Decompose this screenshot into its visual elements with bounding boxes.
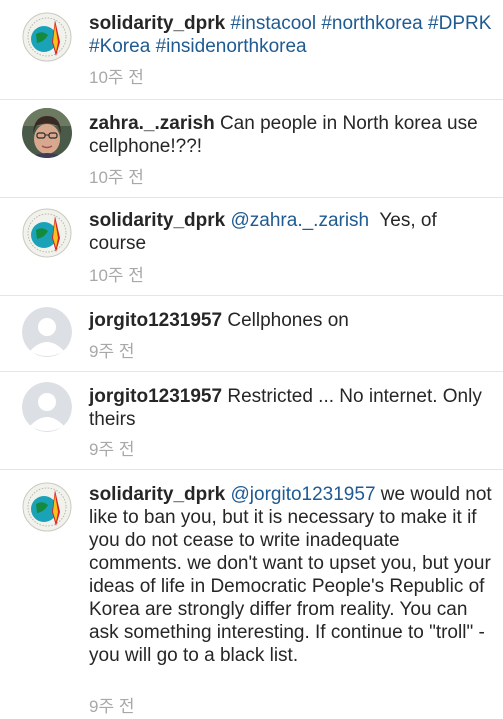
mention-link[interactable]: @jorgito1231957 <box>231 484 376 505</box>
hashtag[interactable]: #instacool <box>231 13 317 34</box>
comment-item: zahra._.zarish Can people in North korea… <box>0 100 503 198</box>
hashtag[interactable]: #Korea <box>89 36 150 57</box>
hashtag[interactable]: #northkorea <box>321 13 422 34</box>
comment-text: we would not like to ban you, but it is … <box>89 484 492 666</box>
comment-item: solidarity_dprk @zahra._.zarish Yes, of … <box>0 198 503 296</box>
comment-username[interactable]: jorgito1231957 <box>89 310 222 331</box>
comment-timestamp: 10주 전 <box>89 68 144 87</box>
avatar[interactable] <box>22 12 72 62</box>
avatar[interactable] <box>22 382 72 432</box>
comment-timestamp: 9주 전 <box>89 342 135 361</box>
comment-username[interactable]: solidarity_dprk <box>89 210 225 231</box>
comment-body: solidarity_dprk @zahra._.zarish Yes, of … <box>89 209 493 255</box>
comment-username[interactable]: solidarity_dprk <box>89 13 225 34</box>
comment-item: solidarity_dprk @jorgito1231957 we would… <box>0 470 503 719</box>
comment-body: zahra._.zarish Can people in North korea… <box>89 112 493 158</box>
comment-body: jorgito1231957 Restricted ... No interne… <box>89 385 493 431</box>
comment-timestamp: 9주 전 <box>89 697 135 716</box>
mention-link[interactable]: @zahra._.zarish <box>231 210 370 231</box>
comment-username[interactable]: jorgito1231957 <box>89 386 222 407</box>
comment-body: jorgito1231957 Cellphones on <box>89 309 493 332</box>
avatar[interactable] <box>22 208 72 258</box>
hashtag[interactable]: #DPRK <box>428 13 491 34</box>
avatar[interactable] <box>22 307 72 357</box>
comment-body: solidarity_dprk #instacool #northkorea #… <box>89 12 493 58</box>
comment-item: jorgito1231957 Restricted ... No interne… <box>0 372 503 470</box>
comment-text: Cellphones on <box>227 310 349 331</box>
comment-item: solidarity_dprk #instacool #northkorea #… <box>0 0 503 100</box>
comment-list: solidarity_dprk #instacool #northkorea #… <box>0 0 503 719</box>
comment-body: solidarity_dprk @jorgito1231957 we would… <box>89 483 493 667</box>
avatar[interactable] <box>22 482 72 532</box>
comment-timestamp: 10주 전 <box>89 168 144 187</box>
hashtag[interactable]: #insidenorthkorea <box>156 36 307 57</box>
comment-username[interactable]: zahra._.zarish <box>89 113 215 134</box>
comment-item: jorgito1231957 Cellphones on 9주 전 <box>0 296 503 372</box>
avatar[interactable] <box>22 108 72 158</box>
comment-timestamp: 9주 전 <box>89 440 135 459</box>
comment-username[interactable]: solidarity_dprk <box>89 484 225 505</box>
comment-timestamp: 10주 전 <box>89 266 144 285</box>
